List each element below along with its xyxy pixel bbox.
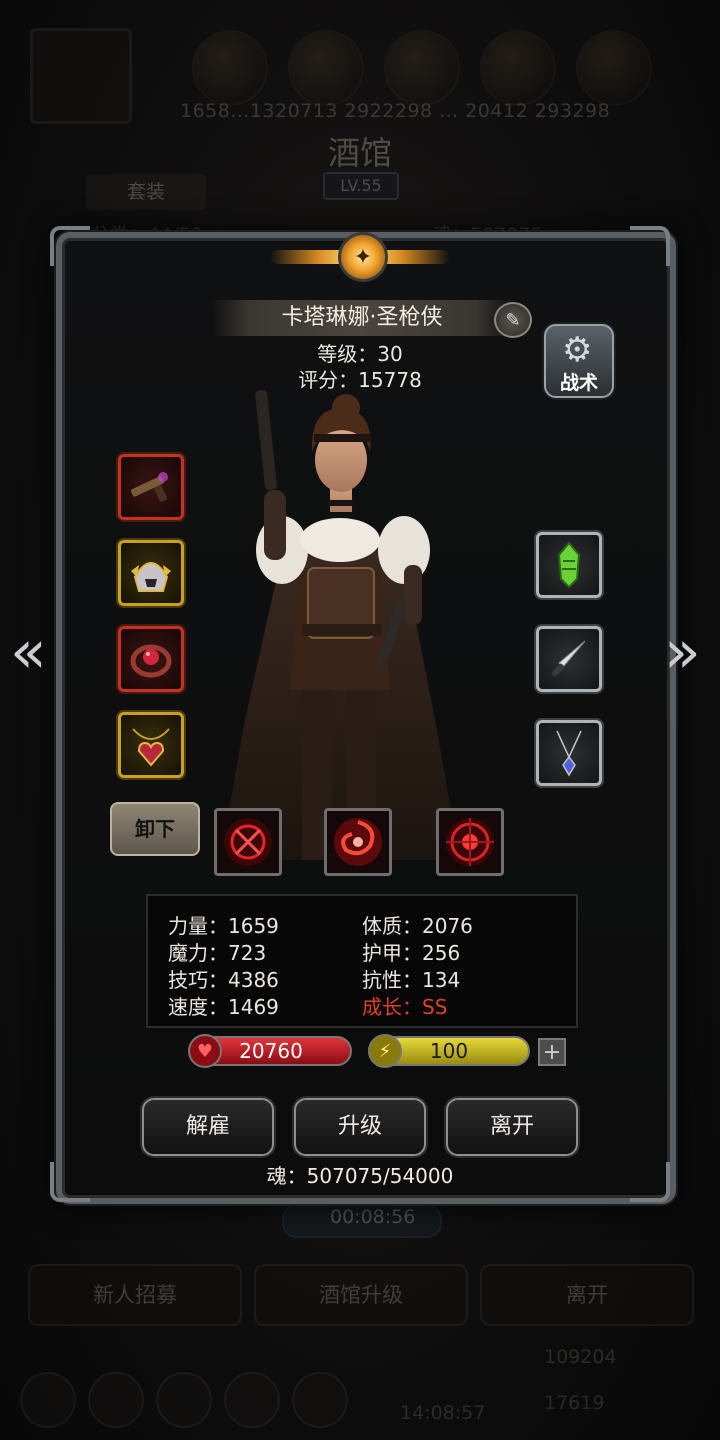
tactics-button[interactable]: ⚙ 战术 (544, 324, 614, 398)
lightning-icon: ⚡ (368, 1034, 402, 1068)
gear-icon: ⚙ (562, 330, 593, 370)
vortex-skill-icon (334, 818, 382, 866)
dismiss-button[interactable]: 解雇 (142, 1098, 274, 1156)
attr-constitution: 体质：2076 (362, 914, 473, 938)
tactics-label: 战术 (559, 372, 598, 394)
crest-emblem: ✦ (270, 228, 450, 294)
menu-icon (156, 1372, 212, 1428)
amulet-icon (132, 728, 170, 767)
resource-icon (480, 30, 556, 106)
tavern-level: LV.55 (323, 172, 399, 200)
skill-slot-1[interactable] (214, 808, 282, 876)
target-skill-icon (446, 818, 494, 866)
amulet-slot[interactable] (118, 712, 184, 778)
weapon-slot[interactable] (118, 454, 184, 520)
leave-button[interactable]: 离开 (446, 1098, 578, 1156)
add-energy-button[interactable]: + (538, 1038, 566, 1066)
tavern-upgrade-button: 酒馆升级 (254, 1264, 468, 1326)
pencil-icon: ✎ (505, 309, 521, 331)
menu-icon (20, 1372, 76, 1428)
attr-armor: 护甲：256 (362, 941, 461, 965)
ring-slot[interactable] (118, 626, 184, 692)
helmet-icon (131, 562, 171, 592)
resource-icon (192, 30, 268, 106)
hero-portrait (220, 390, 460, 860)
hero-name: 卡塔琳娜·圣枪侠 (212, 300, 512, 336)
crosshair-skill-icon (224, 818, 272, 866)
previous-hero-arrow[interactable]: « (10, 612, 47, 692)
frame-corner (630, 226, 670, 266)
resources-text: 1658…1320713 2922298 … 20412 293298 (180, 100, 611, 122)
helmet-slot[interactable] (118, 540, 184, 606)
frame-corner (50, 226, 90, 266)
menu-icon (292, 1372, 348, 1428)
tavern-leave-button: 离开 (480, 1264, 694, 1326)
next-hero-arrow[interactable]: » (664, 612, 701, 692)
menu-icon (88, 1372, 144, 1428)
attr-magic: 魔力：723 (168, 941, 267, 965)
upgrade-button[interactable]: 升级 (294, 1098, 426, 1156)
screen-title: 酒馆 (327, 134, 392, 172)
dagger-icon (551, 640, 586, 677)
sun-emblem-icon: ✦ (338, 232, 388, 282)
edit-name-button[interactable]: ✎ (494, 302, 532, 338)
timer-text: 00:08:56 (330, 1206, 416, 1228)
resource-icon (576, 30, 652, 106)
gem-slot[interactable] (536, 532, 602, 598)
clock-text: 14:08:57 (400, 1402, 486, 1424)
recruit-button: 新人招募 (28, 1264, 242, 1326)
menu-icon (224, 1372, 280, 1428)
gold-amount: 109204 (544, 1346, 617, 1368)
attr-strength: 力量：1659 (168, 914, 279, 938)
skill-slot-3[interactable] (436, 808, 504, 876)
pistol-icon (130, 472, 168, 502)
resource-icon (384, 30, 460, 106)
attr-resistance: 抗性：134 (362, 968, 461, 992)
resource-icon (288, 30, 364, 106)
attr-speed: 速度：1469 (168, 995, 279, 1019)
attr-growth: 成长：SS (362, 995, 448, 1019)
ring-icon (130, 644, 172, 678)
unequip-button[interactable]: 卸下 (110, 802, 200, 856)
dagger-slot[interactable] (536, 626, 602, 692)
soul-requirement: 魂：507075/54000 (266, 1164, 454, 1188)
gem-amount: 17619 (544, 1392, 605, 1414)
green-gem-icon (557, 541, 581, 589)
player-portrait (30, 28, 132, 124)
skill-slot-2[interactable] (324, 808, 392, 876)
necklace-slot[interactable] (536, 720, 602, 786)
tab-set: 套装 (86, 174, 206, 210)
heart-icon: ♥ (188, 1034, 222, 1068)
attr-skill: 技巧：4386 (168, 968, 279, 992)
necklace-icon (556, 730, 582, 777)
